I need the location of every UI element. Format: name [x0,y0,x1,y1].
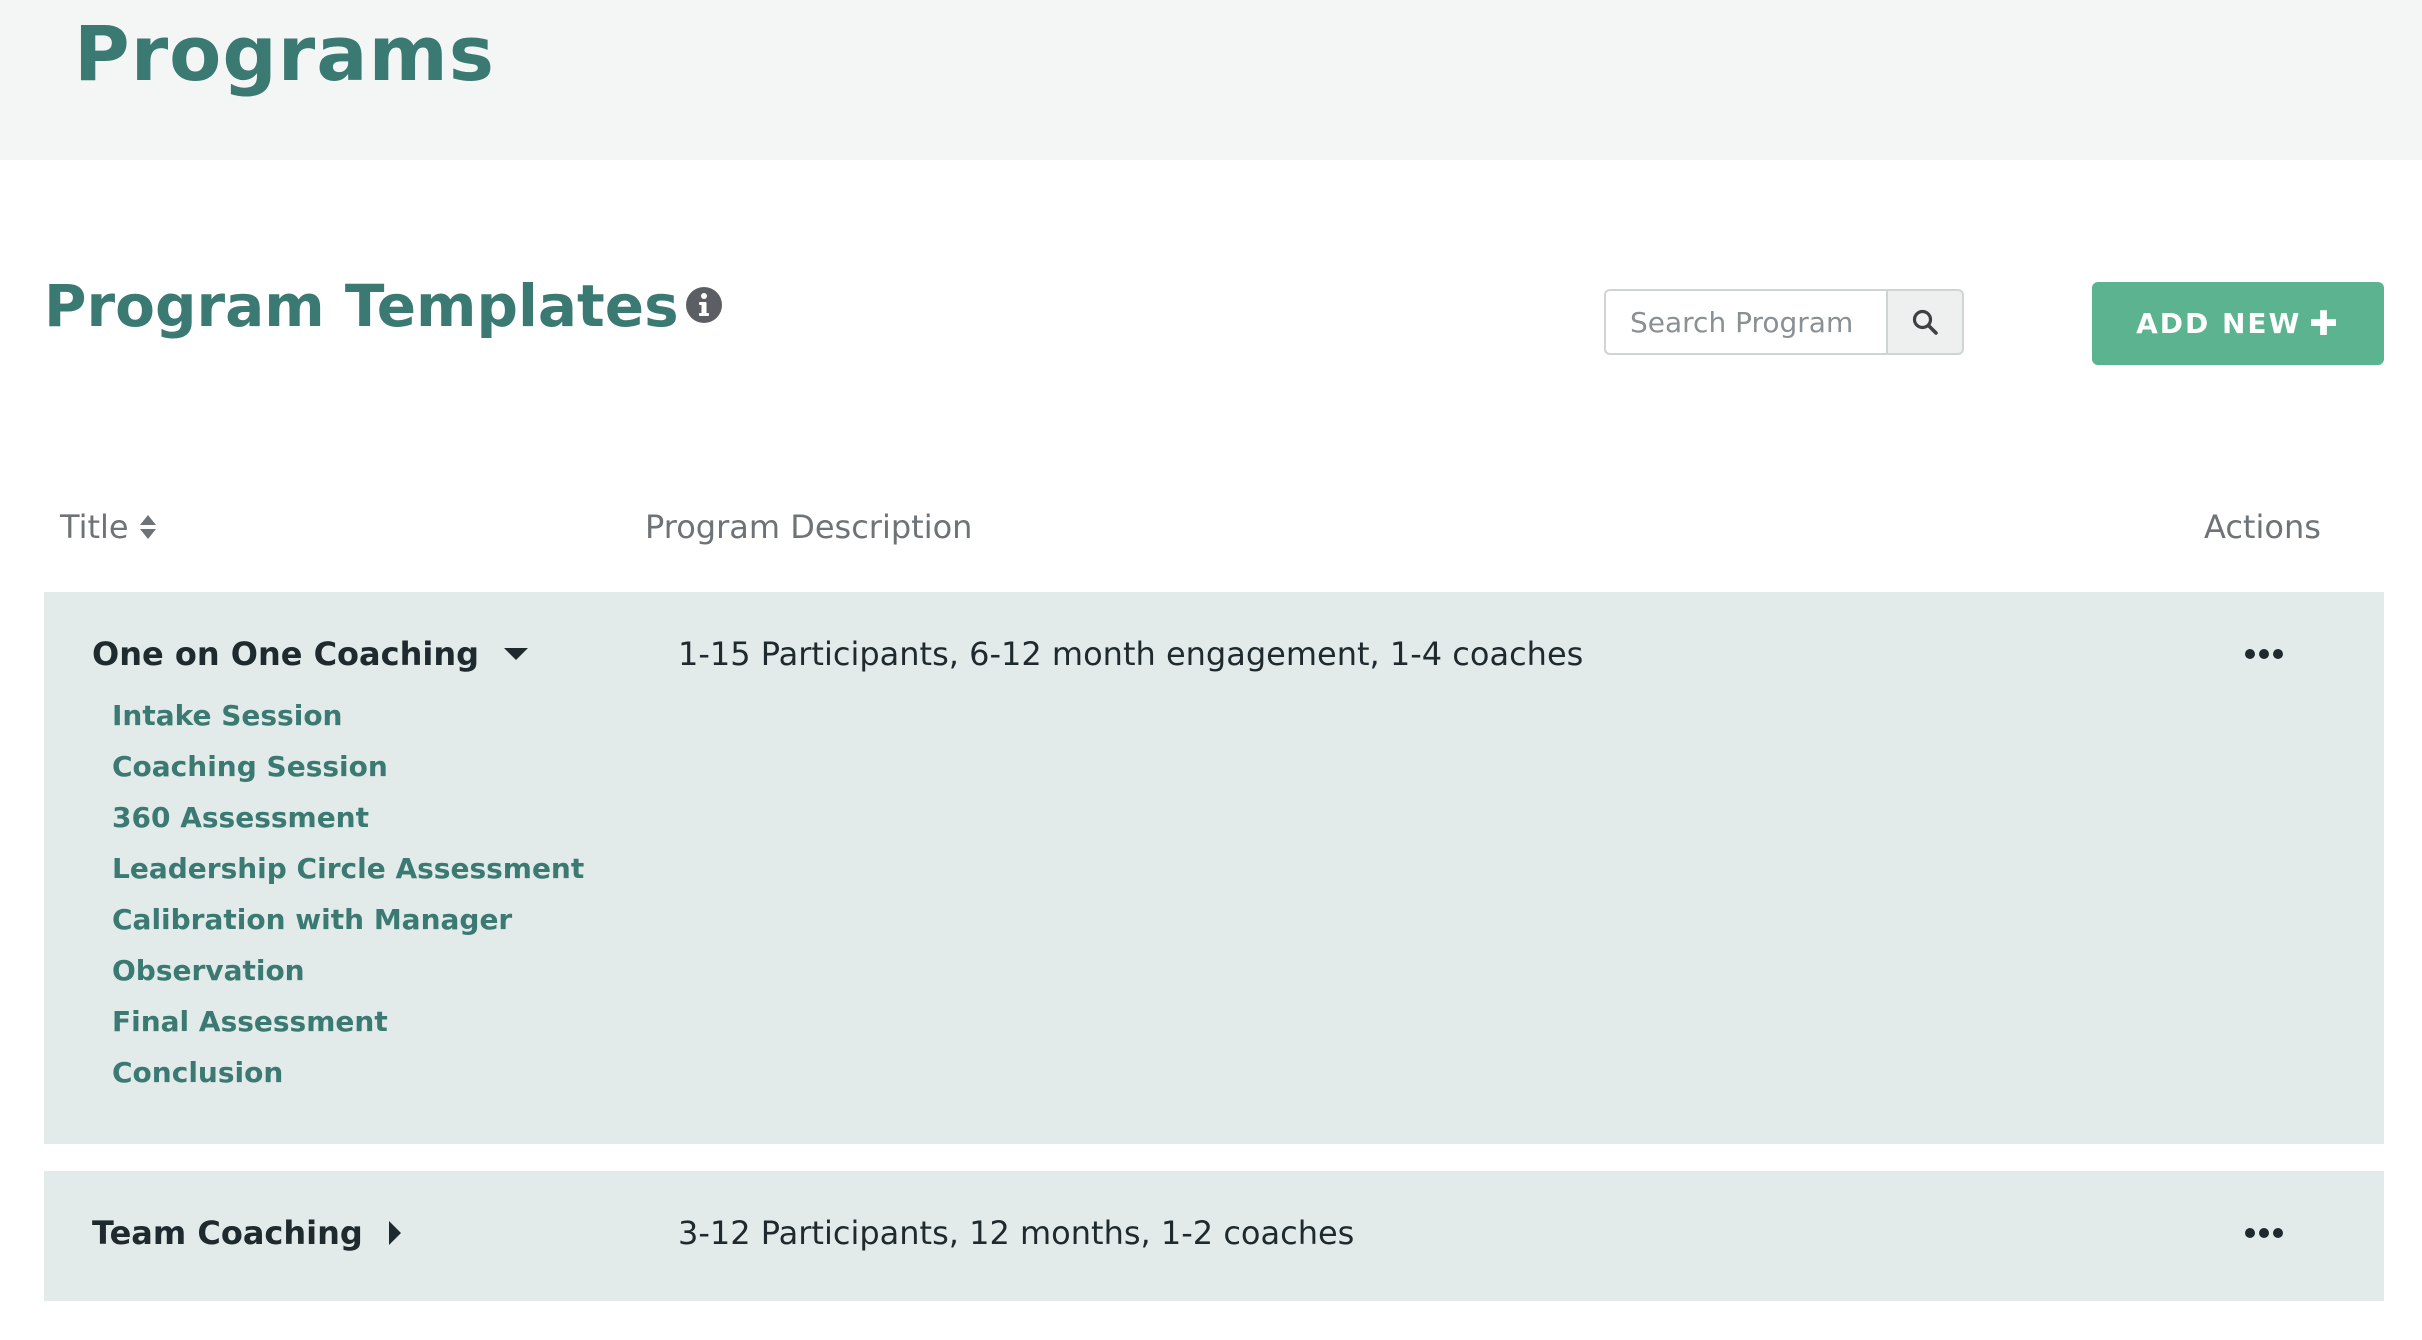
plus-icon: ✚ [2309,303,2340,344]
search-icon [1912,309,1938,335]
row-actions-menu[interactable] [2234,1213,2294,1253]
sort-icon [139,515,156,539]
section-title: Program Templates [44,272,679,340]
table-row: One on One Coaching 1-15 Participants, 6… [44,592,2384,1144]
session-list: Intake Session Coaching Session 360 Asse… [112,696,584,1104]
row-actions-menu[interactable] [2234,634,2294,674]
row-title: Team Coaching [92,1214,363,1252]
add-new-label: ADD NEW [2136,307,2302,340]
table-row: Team Coaching 3-12 Participants, 12 mont… [44,1171,2384,1301]
caret-down-icon [504,648,529,660]
ellipsis-icon [2245,1228,2283,1238]
section-heading: Program Templates [44,272,723,342]
row-description: 1-15 Participants, 6-12 month engagement… [678,635,1584,673]
info-circle-icon[interactable] [685,286,723,324]
session-link[interactable]: 360 Assessment [112,798,584,849]
column-header-actions: Actions [2204,508,2321,546]
column-header-title[interactable]: Title [60,505,157,549]
top-header: Programs [0,0,2422,160]
session-link[interactable]: Coaching Session [112,747,584,798]
ellipsis-icon [2245,649,2283,659]
search-button[interactable] [1886,289,1964,355]
session-link[interactable]: Observation [112,951,584,1002]
session-link[interactable]: Leadership Circle Assessment [112,849,584,900]
column-header-description: Program Description [645,508,973,546]
column-title-label: Title [60,508,129,546]
search-box [1604,289,1964,355]
row-description: 3-12 Participants, 12 months, 1-2 coache… [678,1214,1355,1252]
session-link[interactable]: Calibration with Manager [112,900,584,951]
add-new-button[interactable]: ADD NEW ✚ [2092,282,2384,365]
row-toggle-team-coaching[interactable]: Team Coaching [92,1211,403,1255]
page-title: Programs [74,9,495,98]
caret-right-icon [388,1221,401,1245]
row-toggle-one-on-one[interactable]: One on One Coaching [92,632,529,676]
session-link[interactable]: Final Assessment [112,1002,584,1053]
session-link[interactable]: Intake Session [112,696,584,747]
search-input[interactable] [1604,289,1886,355]
session-link[interactable]: Conclusion [112,1053,584,1104]
row-title: One on One Coaching [92,635,480,673]
